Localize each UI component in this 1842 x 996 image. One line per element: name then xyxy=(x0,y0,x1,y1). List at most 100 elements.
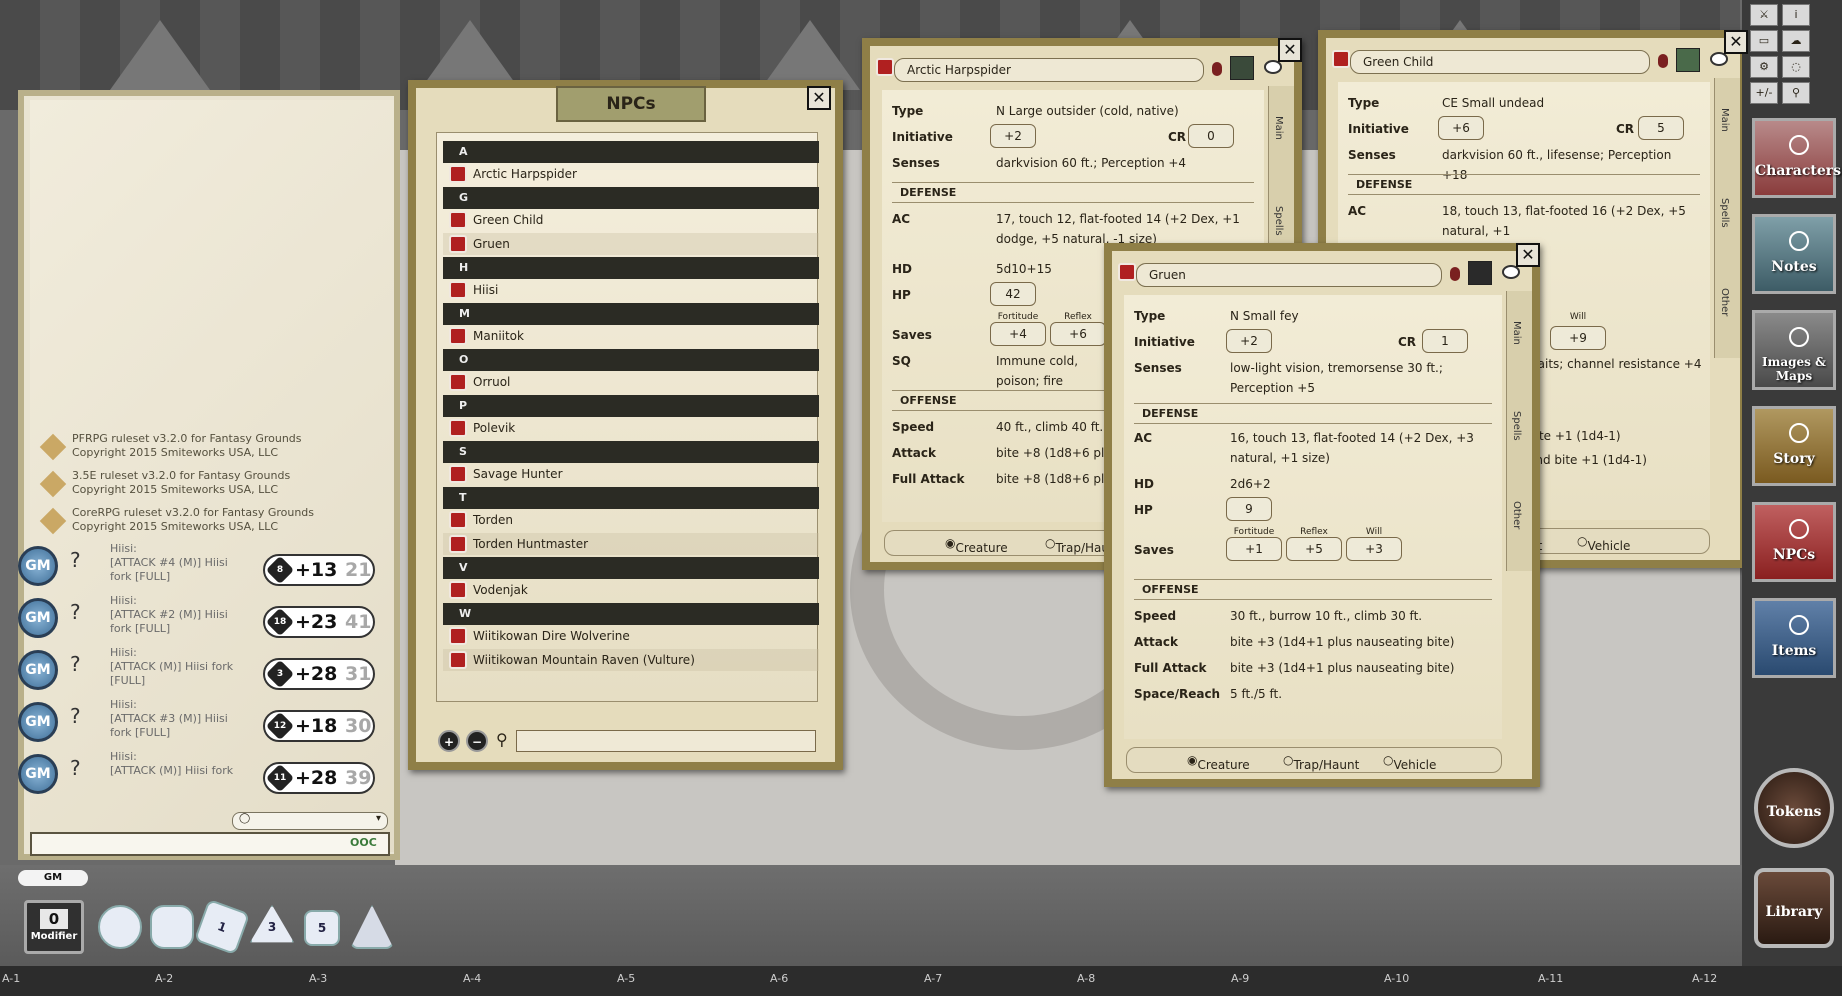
traits-value[interactable]: traits; channel resistance +4 xyxy=(1528,354,1701,374)
list-item[interactable]: Torden xyxy=(443,509,819,531)
tab-spells[interactable]: Spells xyxy=(1511,411,1522,441)
sidebar-tokens-button[interactable]: Tokens xyxy=(1754,768,1834,848)
type-value[interactable]: N Large outsider (cold, native) xyxy=(996,101,1179,121)
roll-result[interactable]: 3 +28 31 xyxy=(263,658,375,690)
list-item[interactable]: Torden Huntmaster xyxy=(443,533,819,555)
initiative-field[interactable]: +6 xyxy=(1438,116,1484,140)
attack-value[interactable]: bite +3 (1d4+1 plus nauseating bite) xyxy=(1230,632,1454,652)
tab-other[interactable]: Other xyxy=(1719,288,1730,316)
list-item[interactable]: Polevik xyxy=(443,417,819,439)
effects-tool-button[interactable]: ◌ xyxy=(1782,56,1810,78)
tab-main[interactable]: Main xyxy=(1511,321,1522,345)
ooc-toggle[interactable]: OOC xyxy=(350,836,377,849)
lock-icon[interactable] xyxy=(1212,62,1222,76)
sidebar-library-button[interactable]: Library xyxy=(1754,868,1834,948)
list-item[interactable]: Hiisi xyxy=(443,279,819,301)
lock-icon[interactable] xyxy=(1450,267,1460,281)
full-attack-value[interactable]: and bite +1 (1d4-1) xyxy=(1528,450,1647,470)
speech-bubble-icon[interactable] xyxy=(1710,52,1728,66)
token-thumbnail[interactable] xyxy=(1676,48,1700,72)
chat-input[interactable] xyxy=(30,832,390,856)
senses-value[interactable]: low-light vision, tremorsense 30 ft.; Pe… xyxy=(1230,358,1510,398)
combat-tool-button[interactable]: ⚔ xyxy=(1750,4,1778,26)
npc-name-field[interactable]: Gruen xyxy=(1136,263,1442,287)
type-value[interactable]: CE Small undead xyxy=(1442,93,1544,113)
lock-icon[interactable] xyxy=(1658,54,1668,68)
roll-result[interactable]: 8 +13 21 xyxy=(263,554,375,586)
npc-filter-input[interactable] xyxy=(516,730,816,752)
chat-mode-dropdown[interactable]: ◯ ▾ xyxy=(232,812,388,830)
roll-result[interactable]: 11 +28 39 xyxy=(263,762,375,794)
remove-npc-button[interactable]: − xyxy=(466,730,488,752)
radio-trap-haunt[interactable]: ○ Trap/Haunt xyxy=(1283,753,1359,772)
initiative-field[interactable]: +2 xyxy=(1226,329,1272,353)
fortitude-field[interactable]: +4 xyxy=(990,322,1046,346)
weather-tool-button[interactable]: ☁ xyxy=(1782,30,1810,52)
speech-bubble-icon[interactable] xyxy=(1264,60,1282,74)
list-item[interactable]: Gruen xyxy=(443,233,819,255)
initiative-field[interactable]: +2 xyxy=(990,124,1036,148)
npc-name-field[interactable]: Arctic Harpspider xyxy=(894,58,1204,82)
radio-trap-haunt[interactable]: ○ Trap/Haunt xyxy=(1045,536,1121,555)
token-thumbnail[interactable] xyxy=(1468,261,1492,285)
settings-tool-button[interactable]: ⚙ xyxy=(1750,56,1778,78)
list-item[interactable]: Arctic Harpspider xyxy=(443,163,819,185)
will-field[interactable]: +3 xyxy=(1346,537,1402,561)
hp-field[interactable]: 42 xyxy=(990,282,1036,306)
list-item[interactable]: Orruol xyxy=(443,371,819,393)
tab-main[interactable]: Main xyxy=(1719,108,1730,132)
list-item[interactable]: Wiitikowan Dire Wolverine xyxy=(443,625,819,647)
cr-field[interactable]: 0 xyxy=(1188,124,1234,148)
modifier-tool-button[interactable]: +/- xyxy=(1750,82,1778,104)
list-item[interactable]: Savage Hunter xyxy=(443,463,819,485)
cr-field[interactable]: 1 xyxy=(1422,329,1468,353)
sidebar-npcs-button[interactable]: NPCs xyxy=(1752,502,1836,582)
info-tool-button[interactable]: i xyxy=(1782,4,1810,26)
d20-die[interactable] xyxy=(98,905,142,949)
close-button[interactable]: ✕ xyxy=(1724,30,1748,54)
hd-value[interactable]: 2d6+2 xyxy=(1230,474,1271,494)
speed-value[interactable]: 30 ft., burrow 10 ft., climb 30 ft. xyxy=(1230,606,1422,626)
modifier-value[interactable]: 0 xyxy=(40,909,68,929)
senses-value[interactable]: darkvision 60 ft.; Perception +4 xyxy=(996,153,1186,173)
fortitude-field[interactable]: +1 xyxy=(1226,537,1282,561)
list-item[interactable]: Wiitikowan Mountain Raven (Vulture) xyxy=(443,649,819,671)
hp-field[interactable]: 9 xyxy=(1226,497,1272,521)
sidebar-notes-button[interactable]: Notes xyxy=(1752,214,1836,294)
gm-identity-tag[interactable]: GM xyxy=(18,870,88,886)
close-button[interactable]: ✕ xyxy=(807,86,831,110)
will-field[interactable]: +9 xyxy=(1550,326,1606,350)
hd-value[interactable]: 5d10+15 xyxy=(996,259,1052,279)
sidebar-story-button[interactable]: Story xyxy=(1752,406,1836,486)
sidebar-images-maps-button[interactable]: Images & Maps xyxy=(1752,310,1836,390)
sq-value[interactable]: Immune cold, poison; fire xyxy=(996,351,1116,391)
tab-other[interactable]: Other xyxy=(1511,501,1522,529)
modifier-box[interactable]: 0 Modifier xyxy=(24,900,84,954)
list-item[interactable]: Vodenjak xyxy=(443,579,819,601)
attack-value[interactable]: bite +1 (1d4-1) xyxy=(1528,426,1621,446)
reflex-field[interactable]: +6 xyxy=(1050,322,1106,346)
roll-result[interactable]: 18 +23 41 xyxy=(263,606,375,638)
tab-spells[interactable]: Spells xyxy=(1273,206,1284,236)
d6-die[interactable]: 5 xyxy=(304,910,340,946)
d12-die[interactable] xyxy=(150,905,194,949)
radio-creature[interactable]: ◉ Creature xyxy=(945,536,1008,555)
ac-value[interactable]: 18, touch 13, flat-footed 16 (+2 Dex, +5… xyxy=(1442,201,1722,241)
type-value[interactable]: N Small fey xyxy=(1230,306,1299,326)
close-button[interactable]: ✕ xyxy=(1278,38,1302,62)
full-attack-value[interactable]: bite +3 (1d4+1 plus nauseating bite) xyxy=(1230,658,1454,678)
radio-vehicle[interactable]: ○ Vehicle xyxy=(1383,753,1436,772)
list-item[interactable]: Maniitok xyxy=(443,325,819,347)
list-item[interactable]: Green Child xyxy=(443,209,819,231)
ac-value[interactable]: 16, touch 13, flat-footed 14 (+2 Dex, +3… xyxy=(1230,428,1510,468)
sidebar-items-button[interactable]: Items xyxy=(1752,598,1836,678)
token-thumbnail[interactable] xyxy=(1230,56,1254,80)
cr-field[interactable]: 5 xyxy=(1638,116,1684,140)
sidebar-characters-button[interactable]: Characters xyxy=(1752,118,1841,198)
window-tool-button[interactable]: ▭ xyxy=(1750,30,1778,52)
radio-creature[interactable]: ◉ Creature xyxy=(1187,753,1250,772)
speech-bubble-icon[interactable] xyxy=(1502,265,1520,279)
reflex-field[interactable]: +5 xyxy=(1286,537,1342,561)
party-tool-button[interactable]: ⚲ xyxy=(1782,82,1810,104)
radio-vehicle[interactable]: ○ Vehicle xyxy=(1577,534,1630,553)
